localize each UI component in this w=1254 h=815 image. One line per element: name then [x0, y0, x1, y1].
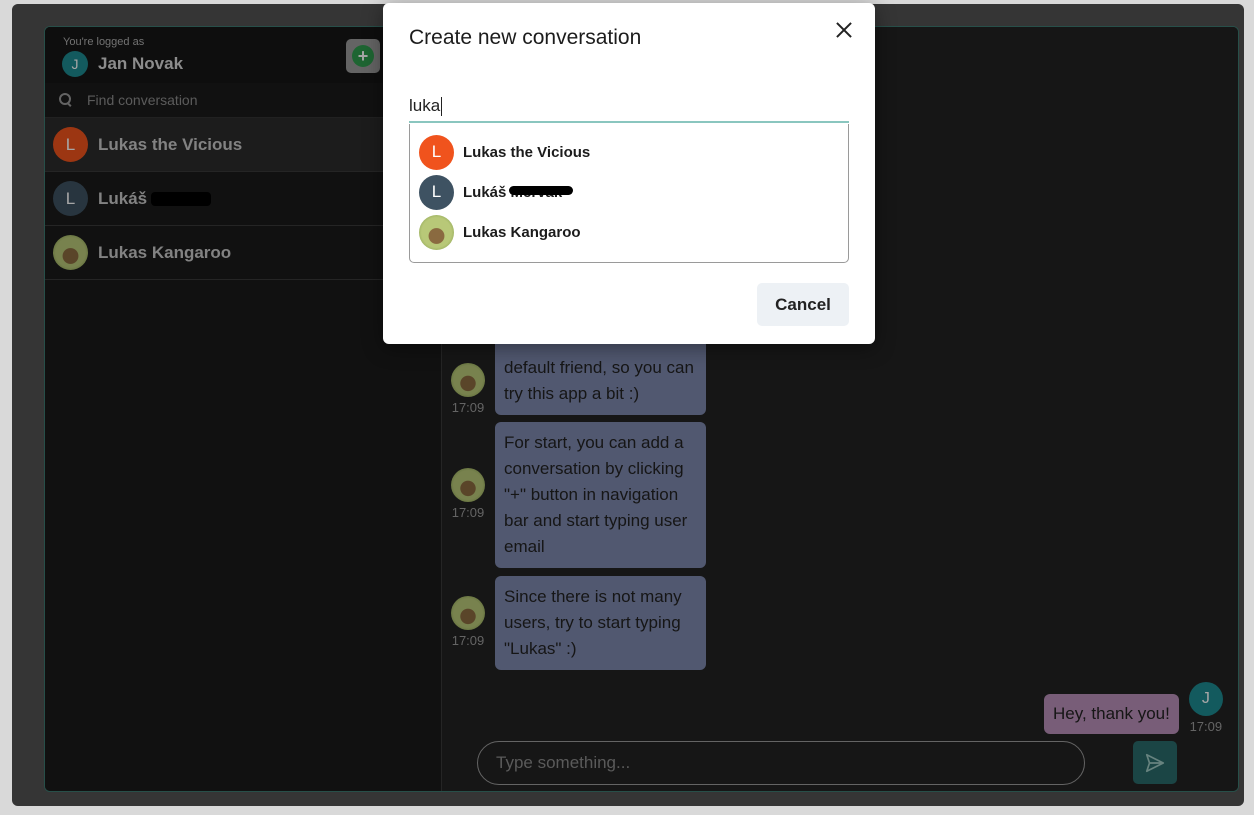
dialog-title: Create new conversation — [409, 26, 642, 49]
close-icon[interactable] — [835, 21, 853, 39]
user-search-input[interactable]: luka — [409, 91, 849, 123]
search-results: L Lukas the Vicious L Lukáš Mervak Lukas… — [409, 124, 849, 263]
create-conversation-dialog: Create new conversation luka L Lukas the… — [383, 3, 875, 344]
redaction-mark — [509, 186, 573, 195]
text-caret — [441, 96, 443, 116]
kangaroo-avatar — [419, 214, 454, 250]
result-item[interactable]: L Lukas the Vicious — [410, 132, 848, 172]
cancel-button[interactable]: Cancel — [757, 283, 849, 326]
result-item[interactable]: Lukas Kangaroo — [410, 212, 848, 252]
result-name: Lukas Kangaroo — [463, 223, 581, 241]
avatar: L — [419, 174, 454, 210]
avatar: L — [419, 134, 454, 170]
result-name: Lukas the Vicious — [463, 143, 591, 161]
result-item[interactable]: L Lukáš Mervak — [410, 172, 848, 212]
user-search-value: luka — [409, 96, 441, 115]
